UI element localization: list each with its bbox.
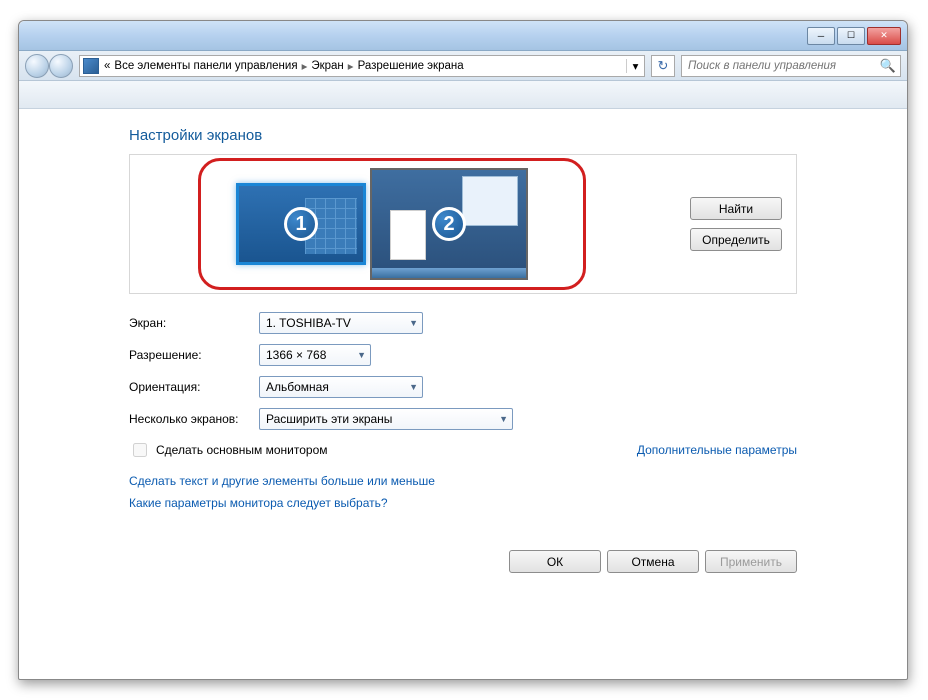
resolution-label: Разрешение:	[129, 348, 259, 362]
page-title: Настройки экранов	[129, 127, 797, 144]
multiple-displays-value: Расширить эти экраны	[266, 412, 392, 426]
search-icon[interactable]: 🔍	[880, 58, 896, 74]
resolution-select[interactable]: 1366 × 768 ▼	[259, 344, 371, 366]
breadcrumb-item[interactable]: Экран	[309, 60, 345, 72]
cancel-button[interactable]: Отмена	[607, 550, 699, 573]
chevron-down-icon: ▼	[357, 350, 366, 360]
detect-button[interactable]: Определить	[690, 228, 782, 251]
window-frame: ─ ☐ ✕ « Все элементы панели управления ▸…	[18, 20, 908, 680]
display-select[interactable]: 1. TOSHIBA-TV ▼	[259, 312, 423, 334]
search-box[interactable]: 🔍	[681, 55, 901, 77]
chevron-right-icon: ▸	[300, 59, 310, 73]
monitor-badge: 2	[432, 207, 466, 241]
orientation-label: Ориентация:	[129, 380, 259, 394]
maximize-button[interactable]: ☐	[837, 27, 865, 45]
make-primary-checkbox[interactable]	[133, 443, 147, 457]
monitor-badge: 1	[284, 207, 318, 241]
chevron-down-icon: ▼	[499, 414, 508, 424]
text-size-link[interactable]: Сделать текст и другие элементы больше и…	[129, 474, 797, 488]
toolbar	[19, 81, 907, 109]
breadcrumb-item[interactable]: Все элементы панели управления	[112, 60, 299, 72]
control-panel-icon	[83, 58, 99, 74]
display-preview-panel: 1 2 Найти Определить	[129, 154, 797, 294]
apply-button[interactable]: Применить	[705, 550, 797, 573]
resolution-value: 1366 × 768	[266, 348, 326, 362]
address-bar: « Все элементы панели управления ▸ Экран…	[19, 51, 907, 81]
search-input[interactable]	[686, 59, 880, 73]
multiple-displays-label: Несколько экранов:	[129, 412, 259, 426]
breadcrumb-item[interactable]: Разрешение экрана	[356, 60, 466, 72]
display-value: 1. TOSHIBA-TV	[266, 316, 351, 330]
multiple-displays-select[interactable]: Расширить эти экраны ▼	[259, 408, 513, 430]
breadcrumb-prefix: «	[102, 60, 112, 72]
orientation-value: Альбомная	[266, 380, 329, 394]
orientation-select[interactable]: Альбомная ▼	[259, 376, 423, 398]
breadcrumb[interactable]: « Все элементы панели управления ▸ Экран…	[79, 55, 645, 77]
make-primary-label: Сделать основным монитором	[156, 443, 328, 457]
minimize-button[interactable]: ─	[807, 27, 835, 45]
find-button[interactable]: Найти	[690, 197, 782, 220]
display-label: Экран:	[129, 316, 259, 330]
forward-button[interactable]	[49, 54, 73, 78]
refresh-button[interactable]: ↻	[651, 55, 675, 77]
back-button[interactable]	[25, 54, 49, 78]
monitor-2[interactable]: 2	[370, 168, 528, 280]
chevron-right-icon: ▸	[346, 59, 356, 73]
ok-button[interactable]: ОК	[509, 550, 601, 573]
title-bar: ─ ☐ ✕	[19, 21, 907, 51]
chevron-down-icon: ▼	[409, 318, 418, 328]
monitor-previews: 1 2	[236, 168, 528, 280]
main-content: Настройки экранов 1 2 Найти Определить	[19, 109, 907, 583]
close-button[interactable]: ✕	[867, 27, 901, 45]
breadcrumb-dropdown[interactable]: ▾	[626, 59, 644, 73]
advanced-settings-link[interactable]: Дополнительные параметры	[637, 443, 797, 457]
monitor-help-link[interactable]: Какие параметры монитора следует выбрать…	[129, 496, 797, 510]
chevron-down-icon: ▼	[409, 382, 418, 392]
monitor-1[interactable]: 1	[236, 183, 366, 265]
